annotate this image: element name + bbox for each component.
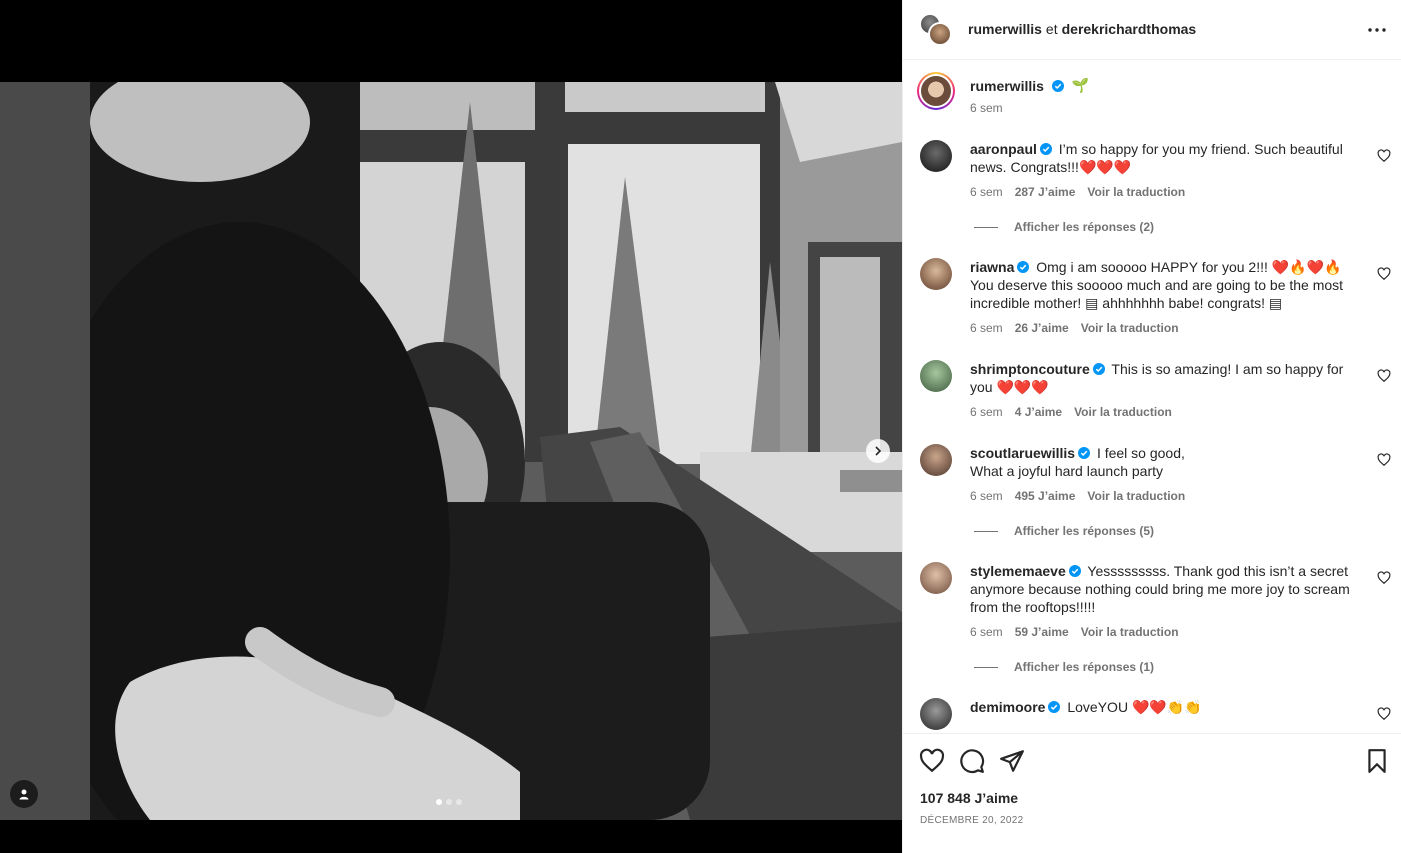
comment-meta: 6 sem 495 J’aime Voir la traduction [970,489,1185,503]
likes-count[interactable]: 107 848 J’aime [920,790,1018,806]
comment-meta: 6 sem 26 J’aime Voir la traduction [970,321,1179,335]
more-options-button[interactable] [1366,19,1388,41]
show-replies-button[interactable]: Afficher les réponses (5) [974,524,1154,538]
tagged-users-button[interactable] [10,780,38,808]
avatar[interactable] [920,698,952,730]
comment-likes[interactable]: 4 J’aime [1015,405,1062,419]
comment-likes[interactable]: 26 J’aime [1015,321,1069,335]
avatar[interactable] [920,258,952,290]
carousel-dot [436,799,442,805]
verified-badge-icon [1068,565,1081,577]
coauthor-username[interactable]: derekrichardthomas [1062,21,1197,37]
translate-link[interactable]: Voir la traduction [1087,185,1185,199]
carousel-dot [446,799,452,805]
heart-icon[interactable] [1377,369,1391,383]
verified-badge-icon [1048,701,1061,713]
heart-icon[interactable] [1377,267,1391,281]
show-replies-label: Afficher les réponses (1) [1014,660,1155,674]
avatar[interactable] [928,22,952,46]
chevron-right-icon [875,446,882,456]
heart-icon[interactable] [919,748,945,774]
comment-time: 6 sem [970,185,1003,199]
comment-username[interactable]: stylememaeve [970,563,1066,579]
caption-time: 6 sem [970,101,1003,115]
post-date: DÉCEMBRE 20, 2022 [920,815,1024,826]
comment-text: riawna Omg i am sooooo HAPPY for you 2!!… [970,258,1365,312]
avatar[interactable] [920,562,952,594]
comment-username[interactable]: scoutlaruewillis [970,445,1075,461]
carousel-dot [456,799,462,805]
comment-text: demimoore LoveYOU ❤️❤️👏👏 [970,698,1365,716]
avatar[interactable] [920,444,952,476]
carousel-indicator [436,799,462,805]
post-actions: 107 848 J’aime DÉCEMBRE 20, 2022 [903,733,1401,853]
translate-link[interactable]: Voir la traduction [1081,321,1179,335]
translate-link[interactable]: Voir la traduction [1074,405,1172,419]
verified-badge-icon [1078,447,1091,459]
verified-badge-icon [1092,363,1105,375]
post-side-panel: rumerwillis et derekrichardthomas rumerwil… [902,0,1401,853]
comment-meta: 6 sem 4 J’aime Voir la traduction [970,405,1172,419]
post-authors: rumerwillis et derekrichardthomas [968,20,1196,38]
bookmark-icon[interactable] [1364,748,1390,774]
comment-icon[interactable] [959,748,985,774]
show-replies-button[interactable]: Afficher les réponses (2) [974,220,1154,234]
comment-likes[interactable]: 59 J’aime [1015,625,1069,639]
post-header: rumerwillis et derekrichardthomas [903,0,1401,60]
show-replies-label: Afficher les réponses (2) [1014,220,1155,234]
comment-text: scoutlaruewillis I feel so good, What a … [970,444,1365,480]
comments-list[interactable]: rumerwillis 🌱 6 sem aaronpaul I’m so hap… [903,60,1401,733]
user-icon [19,789,29,800]
show-replies-label: Afficher les réponses (5) [1014,524,1155,538]
verified-badge-icon [1051,79,1064,92]
comment-meta: 6 sem 287 J’aime Voir la traduction [970,185,1185,199]
verified-badge-icon [1039,143,1052,155]
comment-text: aaronpaul I’m so happy for you my friend… [970,140,1365,176]
caption-username[interactable]: rumerwillis [970,78,1044,94]
translate-link[interactable]: Voir la traduction [1087,489,1185,503]
comment-text: shrimptoncouture This is so amazing! I a… [970,360,1365,396]
comment-username[interactable]: shrimptoncouture [970,361,1090,377]
heart-icon[interactable] [1377,571,1391,585]
comment-likes[interactable]: 495 J’aime [1015,489,1076,503]
comment-username[interactable]: riawna [970,259,1014,275]
comment-time: 6 sem [970,405,1003,419]
authors-connector: et [1045,21,1058,37]
show-replies-button[interactable]: Afficher les réponses (1) [974,660,1154,674]
avatar[interactable] [917,72,955,110]
translate-link[interactable]: Voir la traduction [1081,625,1179,639]
comment-time: 6 sem [970,489,1003,503]
comment-time: 6 sem [970,625,1003,639]
heart-icon[interactable] [1377,707,1391,721]
caption-header: rumerwillis 🌱 [970,77,1089,94]
avatar[interactable] [920,360,952,392]
avatar[interactable] [920,140,952,172]
comment-time: 6 sem [970,321,1003,335]
next-slide-button[interactable] [866,439,890,463]
post-media [0,0,902,853]
share-icon[interactable] [999,748,1025,774]
verified-badge-icon [1017,261,1030,273]
heart-icon[interactable] [1377,149,1391,163]
comment-text: stylememaeve Yesssssssss. Thank god this… [970,562,1365,616]
comment-username[interactable]: demimoore [970,699,1045,715]
post-photo[interactable] [0,82,902,820]
comment-likes[interactable]: 287 J’aime [1015,185,1076,199]
comment-meta: 6 sem 59 J’aime Voir la traduction [970,625,1179,639]
heart-icon[interactable] [1377,453,1391,467]
comment-username[interactable]: aaronpaul [970,141,1037,157]
caption-emoji: 🌱 [1071,77,1090,93]
author-username[interactable]: rumerwillis [968,21,1042,37]
comment-body: LoveYOU ❤️❤️👏👏 [1067,699,1202,715]
more-icon [1368,28,1386,32]
